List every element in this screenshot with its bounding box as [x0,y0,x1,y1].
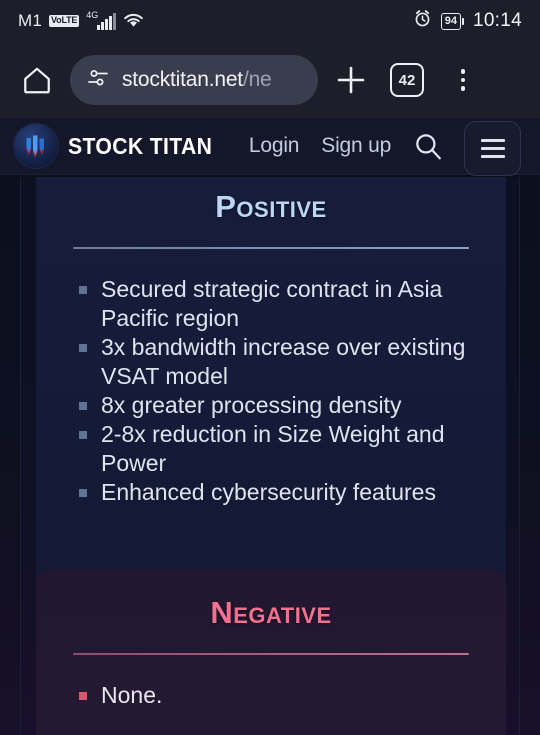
content-container: Positive Secured strategic contract in A… [20,177,520,735]
site-header: STOCK TITAN Login Sign up [0,118,540,175]
alarm-clock-icon [413,9,432,33]
wifi-icon [123,13,144,29]
positive-title: Positive [215,189,327,224]
list-item: Secured strategic contract in Asia Pacif… [79,275,478,333]
home-icon[interactable] [14,57,60,103]
negative-title: Negative [210,595,332,630]
list-item: Enhanced cybersecurity features [79,478,478,507]
clock-label: 10:14 [472,10,522,31]
status-bar-left: M1 VoLTE 4G [18,9,144,31]
negative-divider [73,653,469,655]
page-settings-icon[interactable] [86,68,110,93]
list-item: 3x bandwidth increase over existing VSAT… [79,333,478,391]
network-type-label: 4G [86,9,99,20]
volte-badge: VoLTE [49,15,80,27]
negative-card: Negative None. [36,570,506,735]
login-link[interactable]: Login [249,134,300,158]
battery-icon: 94 [440,12,464,30]
url-bar[interactable]: stocktitan.net/ne [70,55,318,105]
positive-divider [73,247,469,249]
battery-percent: 94 [440,12,461,30]
brand-name[interactable]: STOCK TITAN [68,133,212,160]
phone-screen: M1 VoLTE 4G 94 10:14 stocktitan.net/ne 4… [0,0,540,735]
search-icon[interactable] [411,129,445,163]
url-host: stocktitan.net [122,68,243,91]
signal-bars-icon: 4G [86,9,117,30]
new-tab-button[interactable] [328,57,374,103]
carrier-label: M1 [18,11,43,30]
tab-counter-button[interactable]: 42 [384,57,430,103]
negative-list: None. [36,681,506,710]
header-nav: Login Sign up [249,134,391,158]
list-item: 2-8x reduction in Size Weight and Power [79,420,478,478]
browser-toolbar: stocktitan.net/ne 42 [0,42,540,118]
status-bar: M1 VoLTE 4G 94 10:14 [0,0,540,42]
tab-count-label: 42 [390,63,424,97]
status-bar-right: 94 10:14 [413,9,522,33]
list-item: None. [79,681,478,710]
url-text[interactable]: stocktitan.net/ne [122,68,272,92]
three-dot-menu-icon[interactable] [440,57,486,103]
page-content: Positive Secured strategic contract in A… [0,177,540,735]
signup-link[interactable]: Sign up [321,134,391,158]
hamburger-menu-icon[interactable] [464,121,521,176]
list-item: 8x greater processing density [79,391,478,420]
stock-titan-logo[interactable] [14,124,58,168]
url-path: /ne [242,68,272,91]
positive-list: Secured strategic contract in Asia Pacif… [36,275,506,507]
